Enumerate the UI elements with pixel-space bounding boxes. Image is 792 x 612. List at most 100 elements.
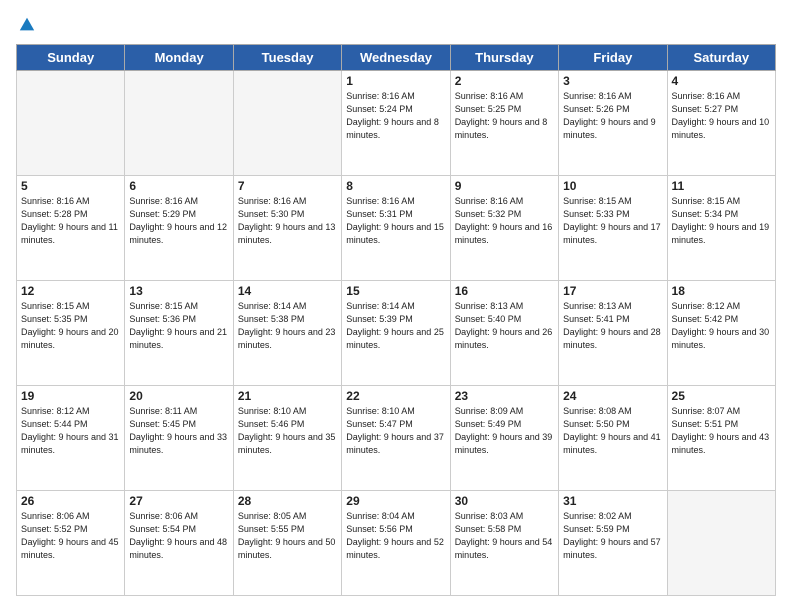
- cell-info: Sunrise: 8:15 AMSunset: 5:36 PMDaylight:…: [129, 300, 228, 352]
- calendar-cell: [233, 71, 341, 176]
- calendar-cell: [125, 71, 233, 176]
- cell-info: Sunrise: 8:16 AMSunset: 5:31 PMDaylight:…: [346, 195, 445, 247]
- cell-info: Sunrise: 8:16 AMSunset: 5:24 PMDaylight:…: [346, 90, 445, 142]
- calendar-cell: 13Sunrise: 8:15 AMSunset: 5:36 PMDayligh…: [125, 281, 233, 386]
- day-number: 18: [672, 284, 771, 298]
- weekday-header-monday: Monday: [125, 45, 233, 71]
- calendar-cell: 5 Sunrise: 8:16 AMSunset: 5:28 PMDaylight…: [17, 176, 125, 281]
- day-number: 25: [672, 389, 771, 403]
- day-number: 11: [672, 179, 771, 193]
- day-number: 22: [346, 389, 445, 403]
- calendar-cell: 16 Sunrise: 8:13 AMSunset: 5:40 PMDayligh…: [450, 281, 558, 386]
- cell-info: Sunrise: 8:06 AMSunset: 5:52 PMDaylight:…: [21, 510, 120, 562]
- cell-info: Sunrise: 8:09 AMSunset: 5:49 PMDaylight:…: [455, 405, 554, 457]
- calendar-cell: 23 Sunrise: 8:09 AMSunset: 5:49 PMDayligh…: [450, 386, 558, 491]
- day-number: 24: [563, 389, 662, 403]
- day-number: 6: [129, 179, 228, 193]
- cell-info: Sunrise: 8:16 AMSunset: 5:28 PMDaylight:…: [21, 195, 120, 247]
- calendar-cell: 20 Sunrise: 8:11 AMSunset: 5:45 PMDayligh…: [125, 386, 233, 491]
- cell-info: Sunrise: 8:10 AMSunset: 5:46 PMDaylight:…: [238, 405, 337, 457]
- cell-info: Sunrise: 8:16 AMSunset: 5:27 PMDaylight:…: [672, 90, 771, 142]
- day-number: 27: [129, 494, 228, 508]
- calendar-cell: 12 Sunrise: 8:15 AMSunset: 5:35 PMDayligh…: [17, 281, 125, 386]
- calendar-cell: 21 Sunrise: 8:10 AMSunset: 5:46 PMDayligh…: [233, 386, 341, 491]
- day-number: 2: [455, 74, 554, 88]
- weekday-header-tuesday: Tuesday: [233, 45, 341, 71]
- calendar-cell: 14 Sunrise: 8:14 AMSunset: 5:38 PMDayligh…: [233, 281, 341, 386]
- cell-info: Sunrise: 8:15 AMSunset: 5:33 PMDaylight:…: [563, 195, 662, 247]
- cell-info: Sunrise: 8:11 AMSunset: 5:45 PMDaylight:…: [129, 405, 228, 457]
- calendar-cell: 19Sunrise: 8:12 AMSunset: 5:44 PMDayligh…: [17, 386, 125, 491]
- cell-info: Sunrise: 8:14 AMSunset: 5:38 PMDaylight:…: [238, 300, 337, 352]
- cell-info: Sunrise: 8:12 AMSunset: 5:42 PMDaylight:…: [672, 300, 771, 352]
- cell-info: Sunrise: 8:05 AMSunset: 5:55 PMDaylight:…: [238, 510, 337, 562]
- calendar-table: SundayMondayTuesdayWednesdayThursdayFrid…: [16, 44, 776, 596]
- week-row-3: 12 Sunrise: 8:15 AMSunset: 5:35 PMDayligh…: [17, 281, 776, 386]
- cell-info: Sunrise: 8:16 AMSunset: 5:29 PMDaylight:…: [129, 195, 228, 247]
- day-number: 28: [238, 494, 337, 508]
- day-number: 9: [455, 179, 554, 193]
- day-number: 31: [563, 494, 662, 508]
- calendar-cell: 1 Sunrise: 8:16 AMSunset: 5:24 PMDaylight…: [342, 71, 450, 176]
- calendar-cell: 31 Sunrise: 8:02 AMSunset: 5:59 PMDayligh…: [559, 491, 667, 596]
- calendar-cell: 17 Sunrise: 8:13 AMSunset: 5:41 PMDayligh…: [559, 281, 667, 386]
- calendar-cell: 29 Sunrise: 8:04 AMSunset: 5:56 PMDayligh…: [342, 491, 450, 596]
- weekday-header-saturday: Saturday: [667, 45, 775, 71]
- day-number: 30: [455, 494, 554, 508]
- cell-info: Sunrise: 8:15 AMSunset: 5:34 PMDaylight:…: [672, 195, 771, 247]
- day-number: 15: [346, 284, 445, 298]
- calendar-cell: 15 Sunrise: 8:14 AMSunset: 5:39 PMDayligh…: [342, 281, 450, 386]
- day-number: 14: [238, 284, 337, 298]
- cell-info: Sunrise: 8:14 AMSunset: 5:39 PMDaylight:…: [346, 300, 445, 352]
- day-number: 8: [346, 179, 445, 193]
- page: SundayMondayTuesdayWednesdayThursdayFrid…: [0, 0, 792, 612]
- day-number: 17: [563, 284, 662, 298]
- calendar-cell: 6 Sunrise: 8:16 AMSunset: 5:29 PMDaylight…: [125, 176, 233, 281]
- cell-info: Sunrise: 8:16 AMSunset: 5:25 PMDaylight:…: [455, 90, 554, 142]
- weekday-header-friday: Friday: [559, 45, 667, 71]
- calendar-cell: 8 Sunrise: 8:16 AMSunset: 5:31 PMDaylight…: [342, 176, 450, 281]
- calendar-cell: 4 Sunrise: 8:16 AMSunset: 5:27 PMDaylight…: [667, 71, 775, 176]
- day-number: 3: [563, 74, 662, 88]
- calendar-cell: 22 Sunrise: 8:10 AMSunset: 5:47 PMDayligh…: [342, 386, 450, 491]
- logo-icon: [18, 16, 36, 34]
- weekday-header-sunday: Sunday: [17, 45, 125, 71]
- calendar-cell: 25 Sunrise: 8:07 AMSunset: 5:51 PMDayligh…: [667, 386, 775, 491]
- calendar-cell: 18 Sunrise: 8:12 AMSunset: 5:42 PMDayligh…: [667, 281, 775, 386]
- week-row-4: 19Sunrise: 8:12 AMSunset: 5:44 PMDayligh…: [17, 386, 776, 491]
- calendar-cell: 24 Sunrise: 8:08 AMSunset: 5:50 PMDayligh…: [559, 386, 667, 491]
- weekday-header-thursday: Thursday: [450, 45, 558, 71]
- cell-info: Sunrise: 8:16 AMSunset: 5:30 PMDaylight:…: [238, 195, 337, 247]
- cell-info: Sunrise: 8:10 AMSunset: 5:47 PMDaylight:…: [346, 405, 445, 457]
- cell-info: Sunrise: 8:15 AMSunset: 5:35 PMDaylight:…: [21, 300, 120, 352]
- day-number: 5: [21, 179, 120, 193]
- weekday-header-wednesday: Wednesday: [342, 45, 450, 71]
- day-number: 21: [238, 389, 337, 403]
- cell-info: Sunrise: 8:13 AMSunset: 5:41 PMDaylight:…: [563, 300, 662, 352]
- day-number: 19: [21, 389, 120, 403]
- calendar-cell: [667, 491, 775, 596]
- calendar-cell: 26 Sunrise: 8:06 AMSunset: 5:52 PMDayligh…: [17, 491, 125, 596]
- day-number: 23: [455, 389, 554, 403]
- calendar-cell: 9Sunrise: 8:16 AMSunset: 5:32 PMDaylight…: [450, 176, 558, 281]
- day-number: 16: [455, 284, 554, 298]
- cell-info: Sunrise: 8:04 AMSunset: 5:56 PMDaylight:…: [346, 510, 445, 562]
- logo: [16, 16, 36, 34]
- cell-info: Sunrise: 8:13 AMSunset: 5:40 PMDaylight:…: [455, 300, 554, 352]
- day-number: 4: [672, 74, 771, 88]
- header: [16, 16, 776, 34]
- calendar-cell: 3Sunrise: 8:16 AMSunset: 5:26 PMDaylight…: [559, 71, 667, 176]
- calendar-cell: 27Sunrise: 8:06 AMSunset: 5:54 PMDayligh…: [125, 491, 233, 596]
- calendar-cell: 2 Sunrise: 8:16 AMSunset: 5:25 PMDaylight…: [450, 71, 558, 176]
- day-number: 20: [129, 389, 228, 403]
- day-number: 26: [21, 494, 120, 508]
- day-number: 29: [346, 494, 445, 508]
- cell-info: Sunrise: 8:02 AMSunset: 5:59 PMDaylight:…: [563, 510, 662, 562]
- day-number: 12: [21, 284, 120, 298]
- cell-info: Sunrise: 8:07 AMSunset: 5:51 PMDaylight:…: [672, 405, 771, 457]
- cell-info: Sunrise: 8:08 AMSunset: 5:50 PMDaylight:…: [563, 405, 662, 457]
- day-number: 10: [563, 179, 662, 193]
- day-number: 1: [346, 74, 445, 88]
- weekday-header-row: SundayMondayTuesdayWednesdayThursdayFrid…: [17, 45, 776, 71]
- calendar-cell: 30Sunrise: 8:03 AMSunset: 5:58 PMDayligh…: [450, 491, 558, 596]
